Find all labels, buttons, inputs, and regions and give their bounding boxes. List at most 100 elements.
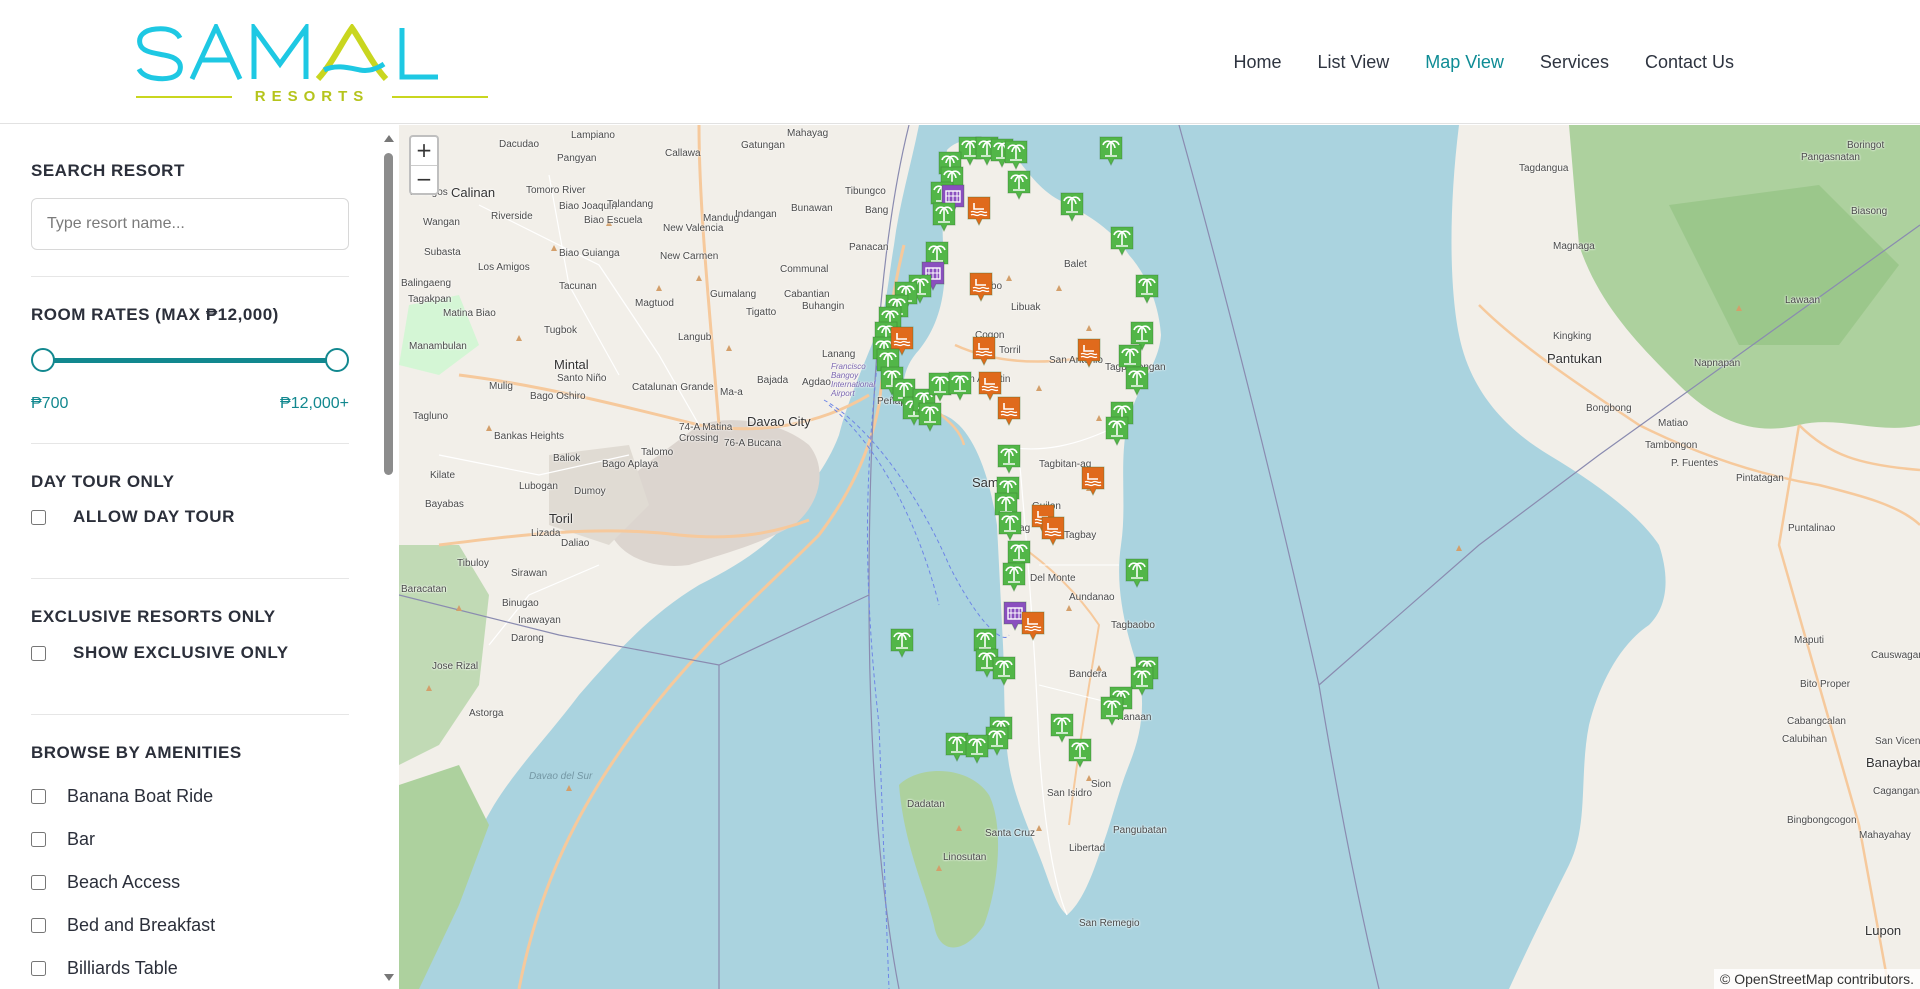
search-resort-input[interactable] [31,198,349,250]
spa-resort-marker[interactable] [966,195,992,227]
place-label: San Remegio [1079,918,1140,929]
scroll-up-arrow-icon[interactable] [384,135,394,142]
place-label: Darong [511,633,544,644]
place-label: Panacan [849,242,889,253]
place-label: Callawa [665,148,701,159]
place-label: Tagakpan [408,294,452,305]
beach-resort-marker[interactable] [991,655,1017,687]
room-rate-slider[interactable] [31,347,349,373]
beach-resort-marker[interactable] [1124,557,1150,589]
beach-resort-marker[interactable] [996,443,1022,475]
beach-resort-marker[interactable] [889,627,915,659]
scrollbar-thumb[interactable] [384,153,393,475]
day-tour-checkbox[interactable] [31,509,46,525]
place-label: Pangyan [557,153,597,164]
place-label: Tugbok [544,325,577,336]
scroll-down-arrow-icon[interactable] [384,974,394,981]
spa-resort-marker[interactable] [1040,515,1066,547]
place-label: Balingaeng [401,278,452,289]
nav-services[interactable]: Services [1522,48,1627,76]
logo-rule-left [136,96,232,98]
amenity-beach-access[interactable]: Beach Access [31,872,180,893]
place-label: Bingbongcogon [1787,815,1857,826]
place-label: Torril [999,345,1021,356]
beach-resort-marker[interactable] [1134,273,1160,305]
amenity-checkbox[interactable] [31,832,46,847]
place-label: Kilate [430,470,456,481]
spa-resort-marker[interactable] [1076,337,1102,369]
place-label: Sion [1091,779,1112,790]
site-header: RESORTS Home List View Map View Services… [0,0,1920,124]
amenity-checkbox[interactable] [31,961,46,976]
place-label: Santa Cruz [985,828,1036,839]
nav-contact-us[interactable]: Contact Us [1627,48,1752,76]
amenity-bar[interactable]: Bar [31,829,95,850]
beach-resort-marker[interactable] [931,201,957,233]
slider-track [43,358,337,363]
beach-resort-marker[interactable] [1098,135,1124,167]
spa-resort-marker[interactable] [1080,465,1106,497]
place-label: Bongbong [1586,403,1632,414]
spa-marker-icon [1077,338,1101,369]
openstreetmap-link[interactable]: OpenStreetMap [1734,971,1833,987]
nav-map-view[interactable]: Map View [1407,48,1522,76]
amenity-banana-boat-ride[interactable]: Banana Boat Ride [31,786,213,807]
place-label: Francisco Bangoy International Airport [831,362,876,398]
beach-resort-marker[interactable] [1124,365,1150,397]
beach-resort-marker[interactable] [1104,415,1130,447]
place-label: Maputi [1794,635,1825,646]
beach-resort-marker[interactable] [1059,191,1085,223]
place-label: Riverside [491,211,533,222]
exclusive-option[interactable]: SHOW EXCLUSIVE ONLY [31,643,289,663]
place-label: Mahayag [787,128,829,139]
sidebar-scrollbar[interactable] [383,131,395,987]
beach-marker-icon [1099,136,1123,167]
beach-resort-marker[interactable] [1099,695,1125,727]
beach-marker-icon [1060,192,1084,223]
amenity-label: Banana Boat Ride [67,786,214,806]
spa-resort-marker[interactable] [1020,610,1046,642]
place-label: Bankas Heights [494,431,565,442]
amenity-billiards-table[interactable]: Billiards Table [31,958,178,979]
place-label: Del Monte [1030,573,1076,584]
place-label: Lampiano [571,130,615,141]
zoom-in-button[interactable]: + [411,137,437,165]
amenity-label: Billiards Table [67,958,178,978]
place-label: Mulig [489,381,513,392]
beach-resort-marker[interactable] [1109,225,1135,257]
exclusive-checkbox[interactable] [31,645,46,661]
place-label: Dacudao [499,139,540,150]
beach-resort-marker[interactable] [1003,139,1029,171]
beach-resort-marker[interactable] [1067,737,1093,769]
nav-home[interactable]: Home [1215,48,1299,76]
nav-list-view[interactable]: List View [1300,48,1408,76]
beach-resort-marker[interactable] [1006,169,1032,201]
place-label: Mandug [703,213,740,224]
beach-marker-icon [1100,696,1124,727]
beach-resort-marker[interactable] [917,401,943,433]
spa-resort-marker[interactable] [996,395,1022,427]
amenity-label: Beach Access [67,872,181,892]
amenity-checkbox[interactable] [31,918,46,933]
beach-resort-marker[interactable] [997,510,1023,542]
spa-resort-marker[interactable] [971,335,997,367]
spa-resort-marker[interactable] [968,271,994,303]
beach-resort-marker[interactable] [964,733,990,765]
filter-sidebar[interactable]: SEARCH RESORT ROOM RATES (MAX ₱12,000) ₱… [0,125,399,989]
amenity-checkbox[interactable] [31,875,46,890]
slider-min-handle[interactable] [31,348,55,372]
slider-max-handle[interactable] [325,348,349,372]
day-tour-option[interactable]: ALLOW DAY TOUR [31,507,235,527]
beach-resort-marker[interactable] [947,370,973,402]
beach-resort-marker[interactable] [1001,561,1027,593]
place-label: Calinan [451,185,496,200]
amenity-label: Bed and Breakfast [67,915,216,935]
attribution-suffix: contributors. [1833,971,1914,987]
place-label: Magtuod [635,298,674,309]
amenity-checkbox[interactable] [31,789,46,804]
zoom-out-button[interactable]: − [411,165,437,193]
samal-resorts-logo[interactable]: RESORTS [136,24,488,104]
resort-map[interactable]: Lampiano Mahayag Dacudao Callawa Gatunga… [399,125,1920,989]
place-label: Tagdangua [1519,163,1569,174]
amenity-bed-and-breakfast[interactable]: Bed and Breakfast [31,915,215,936]
